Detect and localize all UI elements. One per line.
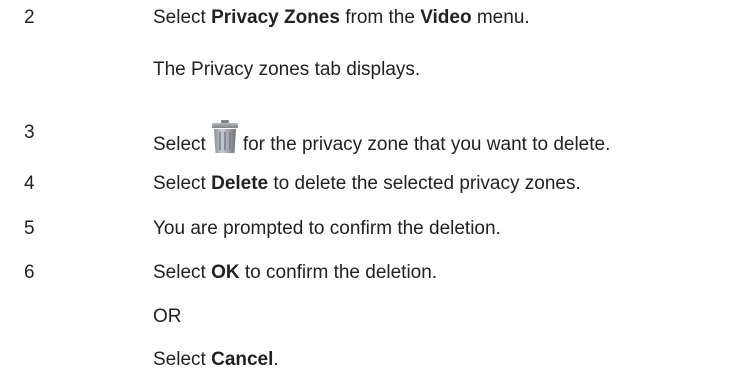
menu-item-privacy-zones: Privacy Zones: [211, 7, 340, 28]
cancel-button-ref: Cancel: [211, 349, 274, 370]
step-text: The Privacy zones tab displays.: [153, 59, 421, 80]
menu-video: Video: [420, 7, 472, 28]
step-text: Select Cancel.: [153, 349, 279, 370]
step-text: OR: [153, 306, 182, 327]
step-text: Select Delete to delete the selected pri…: [153, 173, 581, 194]
ok-button-ref: OK: [211, 262, 240, 283]
step-number: 6: [24, 262, 35, 283]
trash-can-icon: [210, 120, 240, 154]
step-text: Select Privacy Zones from the Video menu…: [153, 7, 530, 28]
step-number: 3: [24, 122, 35, 143]
step-text: Select OK to confirm the deletion.: [153, 262, 438, 283]
step-text: You are prompted to confirm the deletion…: [153, 218, 501, 239]
step-number: 4: [24, 173, 35, 194]
step-number: 5: [24, 218, 35, 239]
delete-button-ref: Delete: [211, 173, 269, 194]
step-number: 2: [24, 7, 35, 28]
step-text: Select for the privacy zone that you wan…: [153, 120, 610, 158]
